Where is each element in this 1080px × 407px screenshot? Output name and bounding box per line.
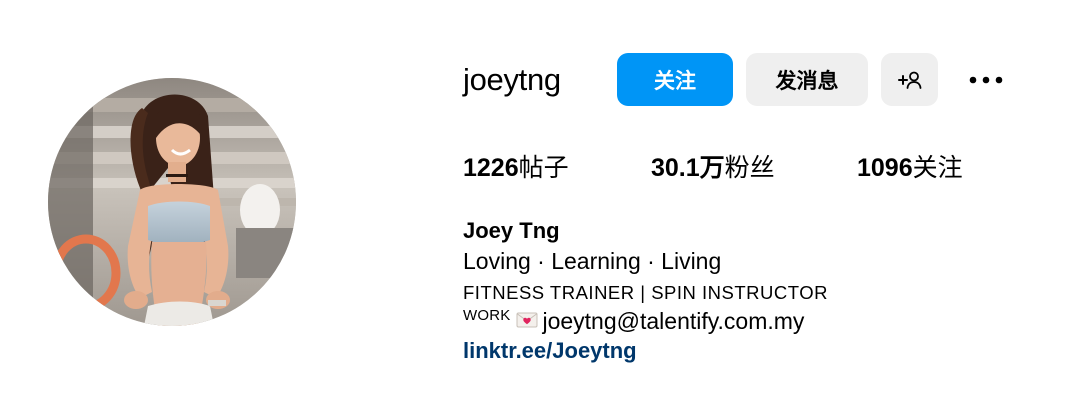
stat-posts: 1226帖子 (463, 150, 569, 186)
contact-email[interactable]: joeytng@talentify.com.my (542, 305, 804, 337)
bio-tagline: Loving · Learning · Living (463, 248, 722, 274)
following-count: 1096 (857, 154, 913, 182)
bio-contact: WORK joeytng@talentify.com.my (463, 305, 804, 337)
followers-count: 30.1万 (651, 154, 725, 182)
more-horizontal-icon (969, 76, 1002, 83)
more-options-button[interactable] (958, 53, 1013, 106)
avatar-photo (48, 78, 296, 326)
suggest-similar-button[interactable] (881, 53, 938, 106)
love-letter-icon (516, 312, 538, 328)
profile-full-name: Joey Tng (463, 218, 560, 243)
follow-button[interactable]: 关注 (617, 53, 733, 106)
following-label: 关注 (912, 154, 963, 182)
bio-occupation: FITNESS TRAINER | SPIN INSTRUCTOR (463, 282, 828, 303)
stat-following[interactable]: 1096关注 (857, 150, 963, 186)
followers-label: 粉丝 (724, 154, 775, 182)
posts-label: 帖子 (518, 154, 569, 182)
stat-followers[interactable]: 30.1万粉丝 (651, 150, 775, 186)
posts-count: 1226 (463, 154, 519, 182)
message-button[interactable]: 发消息 (746, 53, 868, 106)
profile-avatar[interactable] (48, 78, 296, 326)
bio-link[interactable]: linktr.ee/Joeytng (463, 335, 637, 367)
add-person-icon (897, 71, 921, 89)
work-tag: WORK (463, 306, 511, 324)
profile-username: joeytng (463, 62, 561, 97)
